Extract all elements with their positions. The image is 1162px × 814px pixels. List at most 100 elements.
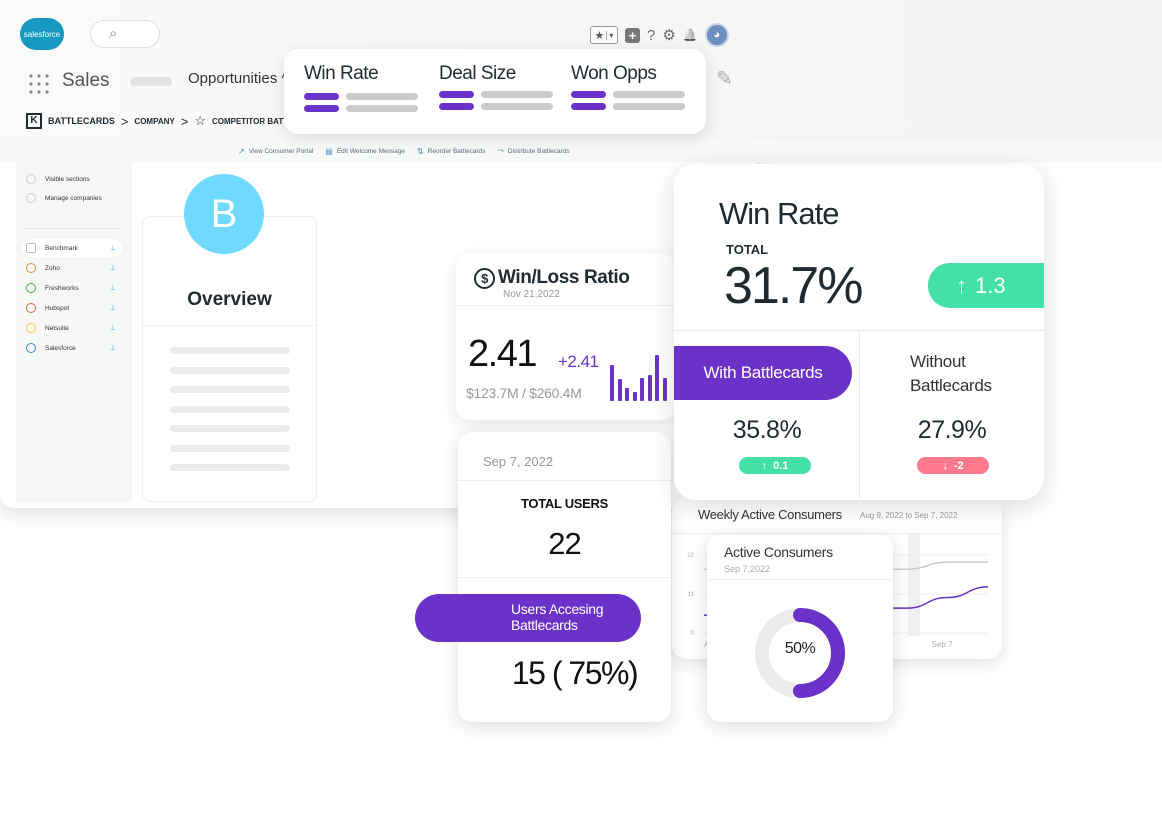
sidebar-item-freshworks[interactable]: Freshworks ⊥	[22, 279, 122, 297]
action-label: View Consumer Portal	[248, 147, 314, 155]
placeholder-bar	[346, 105, 418, 112]
notifications-bell-icon[interactable]: 🔔	[683, 28, 698, 42]
edit-welcome-message-button[interactable]: ▤ Edit Welcome Message	[325, 147, 405, 156]
help-icon[interactable]: ?	[647, 27, 655, 44]
pin-icon[interactable]: ⊥	[110, 344, 116, 352]
sparkline-bar	[655, 354, 659, 401]
breadcrumb-company[interactable]: COMPANY	[134, 117, 174, 126]
global-search-input[interactable]: ⌕	[90, 20, 160, 48]
company-ring-icon	[26, 323, 36, 333]
pin-icon[interactable]: ⊥	[110, 284, 116, 292]
win-loss-card[interactable]: $ Win/Loss Ratio Nov 21,2022 2.41 +2.41 …	[456, 253, 676, 420]
with-battlecards-label: With Battlecards	[703, 363, 823, 382]
dollar-icon: $	[474, 267, 495, 289]
weekly-date-range: Aug 9, 2022 to Sep 7, 2022	[860, 511, 958, 520]
battlecards-logo-icon: K	[26, 113, 42, 129]
company-ring-icon	[26, 303, 36, 313]
pin-icon[interactable]: ⊥	[110, 264, 116, 272]
with-battlecards-value: 35.8%	[732, 416, 802, 444]
win-rate-change-badge: ↑ 1.3	[928, 263, 1044, 308]
pin-icon[interactable]: ⊥	[110, 244, 116, 252]
win-loss-value: 2.41	[468, 333, 537, 375]
vertical-divider	[859, 330, 860, 500]
sidebar-item-visible-sections[interactable]: Visible sections	[22, 170, 122, 188]
overview-title: Overview	[187, 289, 272, 310]
app-name: Sales	[62, 70, 110, 91]
overview-card[interactable]: Overview	[142, 216, 317, 502]
placeholder-bar	[613, 103, 685, 110]
favorites-star-icon[interactable]: ★ ▾	[590, 26, 618, 44]
pin-icon[interactable]: ⊥	[110, 324, 116, 332]
win-rate-title: Win Rate	[719, 196, 839, 231]
win-loss-title-text: Win/Loss Ratio	[498, 267, 630, 288]
sidebar-item-label: Salesforce	[45, 344, 76, 352]
sidebar-divider	[24, 228, 120, 229]
eye-icon	[26, 193, 36, 203]
star-outline-icon[interactable]: ☆	[194, 113, 206, 129]
sidebar-item-label: Manage companies	[45, 194, 102, 202]
tab-deal-size[interactable]: Deal Size	[439, 63, 553, 110]
nav-item-placeholder[interactable]	[130, 77, 172, 86]
edit-pencil-icon[interactable]: ✎	[716, 66, 733, 91]
view-consumer-portal-button[interactable]: ↗ View Consumer Portal	[238, 147, 313, 156]
settings-gear-icon[interactable]: ⚙	[662, 26, 675, 44]
win-loss-amounts: $123.7M / $260.4M	[466, 385, 582, 401]
sidebar-item-benchmark[interactable]: Benchmark ⊥	[22, 239, 122, 257]
sidebar-item-salesforce[interactable]: Salesforce ⊥	[22, 339, 122, 357]
nav-opportunities-label: Opportunities	[188, 70, 278, 87]
content-placeholder-line	[170, 347, 290, 354]
delta-value: 0.1	[773, 459, 789, 472]
active-consumers-card[interactable]: Active Consumers Sep 7,2022 50%	[707, 535, 893, 722]
sidebar: Visible sections Manage companies Benchm…	[16, 162, 132, 502]
win-loss-sparkline	[610, 343, 670, 401]
win-loss-date: Nov 21,2022	[503, 289, 560, 300]
tab-win-rate[interactable]: Win Rate	[304, 63, 418, 112]
pin-icon[interactable]: ⊥	[110, 304, 116, 312]
total-users-label: TOTAL USERS	[521, 496, 608, 511]
action-label: Reorder Battlecards	[427, 147, 486, 155]
sidebar-item-label: Netsuite	[45, 324, 69, 332]
content-placeholder-line	[170, 367, 290, 374]
y-tick-label: 11	[688, 592, 695, 598]
with-battlecards-tab[interactable]: With Battlecards	[674, 346, 852, 400]
win-rate-card[interactable]: Win Rate TOTAL 31.7% ↑ 1.3 With Battleca…	[674, 164, 1044, 500]
placeholder-bar	[304, 93, 339, 100]
tab-label: Won Opps	[571, 63, 657, 84]
reorder-battlecards-button[interactable]: ⇅ Reorder Battlecards	[417, 147, 486, 156]
arrow-up-icon: ↑	[761, 459, 768, 472]
total-users-card[interactable]: Sep 7, 2022 TOTAL USERS 22 15 ( 75%)	[458, 432, 671, 722]
add-icon[interactable]: +	[625, 27, 640, 43]
placeholder-bar	[346, 93, 418, 100]
sidebar-item-zoho[interactable]: Zoho ⊥	[22, 259, 122, 277]
sidebar-item-hubspot[interactable]: Hubspot ⊥	[22, 299, 122, 317]
salesforce-logo[interactable]: salesforce	[20, 18, 64, 50]
divider	[458, 480, 671, 481]
y-tick-label: 0	[691, 631, 695, 637]
without-battlecards-tab[interactable]: Without Battlecards	[910, 350, 992, 398]
distribute-battlecards-button[interactable]: ⤳ Distribute Battlecards	[498, 146, 570, 156]
win-rate-total-value: 31.7%	[724, 257, 863, 315]
nav-item-opportunities[interactable]: Opportunities ^	[188, 70, 288, 87]
user-avatar[interactable]: ◕	[704, 23, 729, 47]
breadcrumb: K BATTLECARDS > COMPANY > ☆ COMPETITOR B…	[26, 113, 321, 129]
breadcrumb-battlecards[interactable]: BATTLECARDS	[48, 116, 115, 126]
action-bar: ↗ View Consumer Portal ▤ Edit Welcome Mess…	[0, 140, 1162, 162]
external-link-icon: ↗	[238, 146, 245, 156]
users-accessing-label: Users Accesing Battlecards	[511, 601, 604, 633]
app-launcher-icon[interactable]	[27, 72, 49, 94]
sidebar-item-netsuite[interactable]: Netsuite ⊥	[22, 319, 122, 337]
users-date: Sep 7, 2022	[483, 454, 554, 469]
company-ring-icon	[26, 283, 36, 293]
users-accessing-battlecards-pill[interactable]: Users Accesing Battlecards	[415, 594, 641, 642]
message-icon: ▤	[325, 146, 333, 156]
without-label-line: Battlecards	[910, 376, 992, 395]
sparkline-bar	[647, 374, 652, 401]
search-icon: ⌕	[109, 25, 118, 42]
sidebar-item-manage-companies[interactable]: Manage companies	[22, 189, 122, 207]
action-label: Edit Welcome Message	[336, 147, 405, 155]
metric-tabs: Win Rate Deal Size Won Opps	[284, 49, 706, 134]
y-tick-label: 22	[687, 553, 694, 559]
tab-won-opps[interactable]: Won Opps	[571, 63, 685, 110]
divider	[456, 305, 676, 306]
sidebar-item-label: Zoho	[45, 264, 60, 272]
